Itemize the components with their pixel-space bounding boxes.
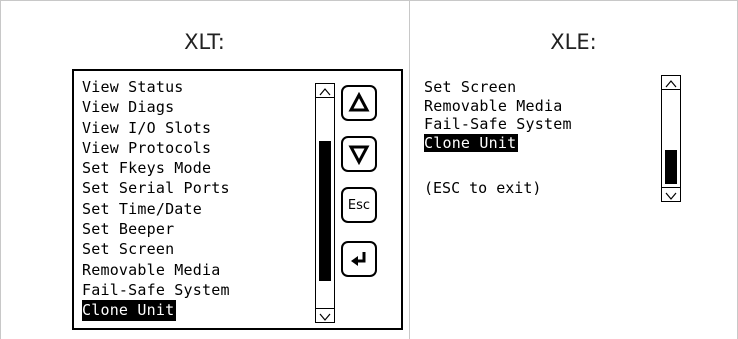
xlt-scroll-up-arrow[interactable] — [316, 84, 334, 98]
down-arrow-icon — [348, 145, 370, 165]
xle-menu-item[interactable]: Set Screen — [424, 78, 572, 97]
up-arrow-icon — [348, 92, 370, 112]
xlt-screen: View Status View Diags View I/O Slots Vi… — [72, 69, 403, 330]
xle-scroll-up-arrow[interactable] — [662, 76, 680, 90]
esc-button[interactable]: Esc — [341, 187, 377, 223]
xle-header: XLE: — [550, 30, 597, 54]
xlt-menu-item[interactable]: View I/O Slots — [82, 118, 230, 138]
xle-menu-item[interactable]: Removable Media — [424, 97, 572, 116]
down-button[interactable] — [341, 136, 377, 172]
scroll-down-icon — [665, 192, 677, 200]
table-border-top — [0, 0, 738, 1]
xlt-menu-item[interactable]: Fail-Safe System — [82, 280, 230, 300]
xle-menu-list: Set Screen Removable Media Fail-Safe Sys… — [424, 78, 572, 152]
scroll-up-icon — [665, 80, 677, 88]
xlt-menu-item[interactable]: Set Time/Date — [82, 199, 230, 219]
xlt-menu-item[interactable]: View Protocols — [82, 138, 230, 158]
enter-button[interactable] — [341, 241, 377, 277]
scroll-down-icon — [319, 313, 331, 321]
xlt-menu-item[interactable]: Set Serial Ports — [82, 178, 230, 198]
xlt-scroll-down-arrow[interactable] — [316, 308, 334, 322]
xlt-menu-item[interactable]: Set Fkeys Mode — [82, 158, 230, 178]
xle-scrollbar[interactable] — [661, 75, 681, 202]
xlt-menu-item[interactable]: Set Beeper — [82, 219, 230, 239]
xle-scroll-down-arrow[interactable] — [662, 187, 680, 201]
xle-exit-hint: (ESC to exit) — [424, 179, 542, 197]
xlt-menu-list: View Status View Diags View I/O Slots Vi… — [82, 77, 230, 321]
xlt-scroll-thumb[interactable] — [319, 141, 331, 281]
xle-scroll-thumb[interactable] — [665, 150, 677, 184]
xlt-menu-item[interactable]: View Status — [82, 77, 230, 97]
scroll-up-icon — [319, 88, 331, 96]
xlt-menu-item[interactable]: Removable Media — [82, 260, 230, 280]
up-button[interactable] — [341, 85, 377, 121]
xle-menu-item[interactable]: Fail-Safe System — [424, 115, 572, 134]
xlt-menu-item[interactable]: Set Screen — [82, 239, 230, 259]
esc-button-label: Esc — [347, 197, 371, 213]
xlt-menu-item-selected[interactable]: Clone Unit — [82, 300, 177, 321]
xle-menu-item-selected[interactable]: Clone Unit — [424, 133, 519, 152]
xlt-scrollbar[interactable] — [315, 83, 335, 323]
enter-arrow-icon — [351, 252, 366, 266]
xlt-menu-item[interactable]: View Diags — [82, 97, 230, 117]
xlt-header: XLT: — [184, 30, 225, 54]
